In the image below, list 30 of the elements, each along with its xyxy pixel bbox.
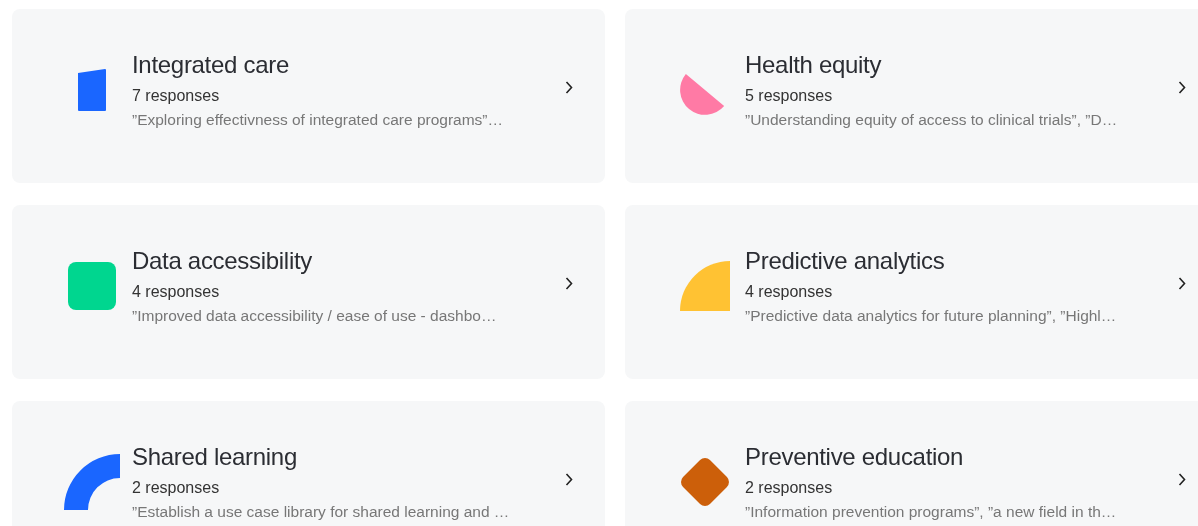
response-excerpt: ”Improved data accessibility / ease of use - dashbo… xyxy=(132,306,498,326)
topic-card[interactable]: Predictive analytics 4 responses ”Predictive data analytics for future planning”, ”Highl… xyxy=(625,205,1198,379)
topic-title: Shared learning xyxy=(132,442,298,472)
response-excerpt: ”Predictive data analytics for future planning”, ”Highl… xyxy=(745,306,1118,326)
topic-card[interactable]: Preventive education 2 responses ”Information prevention programs”, ”a new field in th… xyxy=(625,401,1198,526)
topic-title: Health equity xyxy=(745,50,883,80)
chevron-right-icon xyxy=(565,80,573,94)
response-excerpt: ”Understanding equity of access to clinical trials”, ”D… xyxy=(745,110,1119,130)
response-excerpt: ”Exploring effectivness of integrated care programs”… xyxy=(132,110,505,130)
chevron-right-icon xyxy=(565,276,573,290)
topic-card[interactable]: Shared learning 2 responses ”Establish a use case library for shared learning and … xyxy=(12,401,605,526)
response-count: 4 responses xyxy=(132,282,221,302)
chevron-right-icon xyxy=(1178,80,1186,94)
response-count: 2 responses xyxy=(132,478,221,498)
topic-title: Data accessibility xyxy=(132,246,313,276)
topic-card[interactable]: Data accessibility 4 responses ”Improved data accessibility / ease of use - dashbo… xyxy=(12,205,605,379)
chevron-right-icon xyxy=(565,472,573,486)
response-excerpt: ”Establish a use case library for shared learning and … xyxy=(132,502,511,522)
chevron-right-icon xyxy=(1178,276,1186,290)
response-count: 7 responses xyxy=(132,86,221,106)
response-count: 4 responses xyxy=(745,282,834,302)
response-count: 5 responses xyxy=(745,86,834,106)
topic-title: Preventive education xyxy=(745,442,965,472)
response-count: 2 responses xyxy=(745,478,834,498)
topic-card[interactable]: Integrated care 7 responses ”Exploring effectivness of integrated care programs”… xyxy=(12,9,605,183)
chevron-right-icon xyxy=(1178,472,1186,486)
topic-title: Predictive analytics xyxy=(745,246,946,276)
response-excerpt: ”Information prevention programs”, ”a new field in th… xyxy=(745,502,1118,522)
topic-card[interactable]: Health equity 5 responses ”Understanding equity of access to clinical trials”, ”D… xyxy=(625,9,1198,183)
topic-title: Integrated care xyxy=(132,50,290,80)
